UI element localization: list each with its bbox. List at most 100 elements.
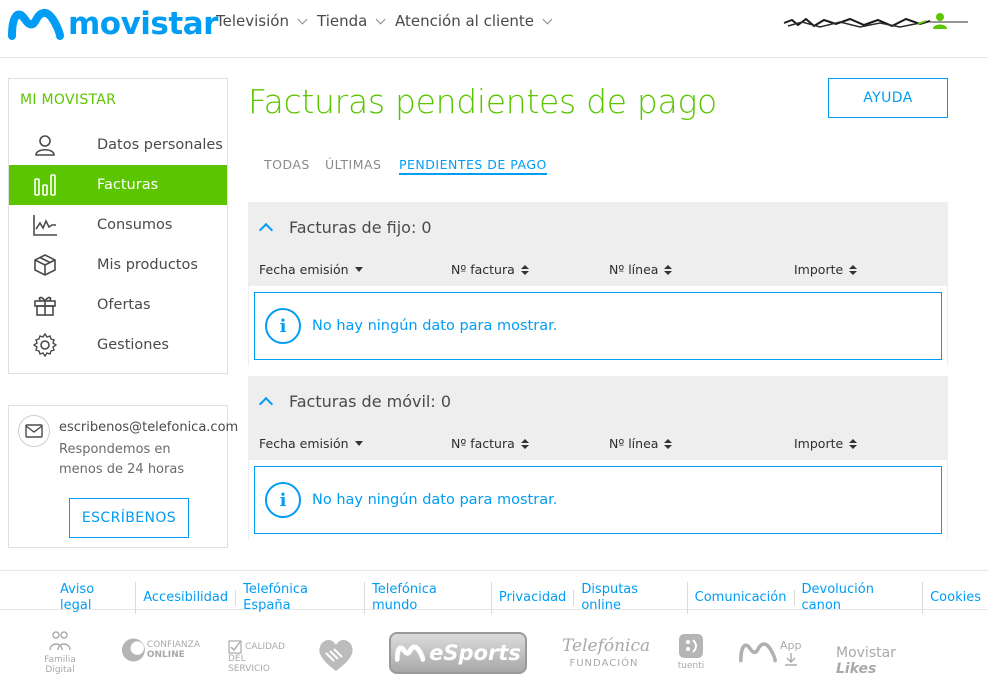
column-label: Nº factura	[451, 436, 515, 451]
column-numero-factura[interactable]: Nº factura	[451, 436, 529, 451]
table-body: i No hay ningún dato para mostrar.	[249, 460, 947, 540]
brand-label: Telefónica	[562, 636, 651, 656]
column-numero-factura[interactable]: Nº factura	[451, 262, 529, 277]
brand-movistar-likes[interactable]: Movistar Likes	[836, 645, 931, 677]
panel-header[interactable]: Facturas de móvil: 0	[248, 376, 948, 426]
nav-label: Tienda	[317, 12, 368, 30]
footer-link-cookies[interactable]: Cookies	[923, 590, 988, 606]
contact-email: escribenos@telefonica.com	[59, 420, 239, 435]
brand-tuenti[interactable]: tuenti	[674, 634, 708, 671]
family-icon	[49, 631, 71, 651]
info-icon: i	[265, 482, 301, 518]
column-fecha-emision[interactable]: Fecha emisión	[259, 436, 363, 451]
footer-link-telefonica-mundo[interactable]: Telefónica mundo	[365, 582, 492, 614]
info-icon: i	[265, 308, 301, 344]
user-icon	[28, 132, 62, 158]
sort-icon	[849, 264, 858, 275]
sidebar-item-ofertas[interactable]: Ofertas	[9, 285, 227, 325]
sidebar-item-consumos[interactable]: Consumos	[9, 205, 227, 245]
mail-icon	[18, 415, 50, 447]
sidebar-item-label: Consumos	[97, 217, 173, 233]
gear-icon	[28, 332, 62, 358]
sidebar-item-label: Ofertas	[97, 297, 151, 313]
tab-ultimas[interactable]: ÚLTIMAS	[325, 157, 382, 172]
checkbox-icon	[228, 640, 242, 654]
footer-link-accesibilidad[interactable]: Accesibilidad	[136, 590, 237, 606]
column-label: Fecha emisión	[259, 436, 349, 451]
brand-label: CONFIANZA	[146, 640, 200, 650]
sidebar-item-label: Datos personales	[97, 137, 223, 153]
chevron-up-icon[interactable]	[258, 396, 274, 412]
brand-label: DEL SERVICIO	[228, 654, 270, 674]
brand-label: Likes	[836, 661, 877, 677]
table-header: Fecha emisión Nº factura Nº línea Import…	[248, 426, 948, 460]
column-label: Importe	[794, 262, 844, 277]
help-button[interactable]: AYUDA	[828, 78, 948, 118]
column-numero-linea[interactable]: Nº línea	[609, 262, 673, 277]
empty-state: i No hay ningún dato para mostrar.	[254, 292, 942, 360]
movistar-logo[interactable]: movistar	[8, 6, 218, 42]
chevron-up-icon[interactable]	[258, 222, 274, 238]
invoices-panel-mobile: Facturas de móvil: 0 Fecha emisión Nº fa…	[248, 376, 948, 540]
empty-state: i No hay ningún dato para mostrar.	[254, 466, 942, 534]
brand-movistar-app[interactable]: App	[738, 638, 808, 666]
bars-icon	[28, 172, 62, 198]
brand-movistar-esports[interactable]: eSports	[389, 632, 527, 674]
brand-telefonica-fundacion[interactable]: Telefónica FUNDACIÓN	[562, 636, 651, 669]
sidebar-item-label: Facturas	[97, 177, 159, 193]
brand-familia-digital[interactable]: Familia Digital	[30, 630, 90, 675]
sidebar: MI MOVISTAR Datos personales Facturas Co…	[8, 78, 228, 374]
panel-header[interactable]: Facturas de fijo: 0	[248, 202, 948, 252]
footer-links-row: Aviso legal Accesibilidad Telefónica Esp…	[53, 582, 988, 614]
download-icon	[784, 652, 797, 666]
brand-calidad-servicio[interactable]: CALIDAD DEL SERVICIO	[228, 640, 290, 674]
column-label: Nº línea	[609, 262, 659, 277]
footer-link-comunicacion[interactable]: Comunicación	[688, 590, 795, 606]
column-importe[interactable]: Importe	[794, 436, 858, 451]
column-label: Nº factura	[451, 262, 515, 277]
sort-desc-icon	[354, 267, 363, 272]
nav-tienda[interactable]: Tienda	[317, 12, 386, 30]
column-numero-linea[interactable]: Nº línea	[609, 436, 673, 451]
write-us-button[interactable]: ESCRÍBENOS	[69, 498, 189, 538]
chevron-down-icon	[542, 14, 553, 24]
brand-label: App	[780, 638, 802, 652]
brand-label: CALIDAD	[245, 642, 285, 652]
column-fecha-emision[interactable]: Fecha emisión	[259, 262, 363, 277]
tab-todas[interactable]: TODAS	[264, 157, 310, 172]
tab-pendientes-de-pago[interactable]: PENDIENTES DE PAGO	[399, 157, 547, 175]
contact-box: escribenos@telefonica.com Respondemos en…	[8, 405, 238, 548]
heart-handshake-icon[interactable]	[316, 637, 356, 673]
brand-label: Movistar	[836, 645, 896, 661]
contact-note: Respondemos en menos de 24 horas	[59, 442, 185, 477]
sidebar-item-gestiones[interactable]: Gestiones	[9, 325, 227, 365]
top-header: movistar Televisión Tienda Atención al c…	[0, 0, 988, 58]
brand-label: eSports	[429, 641, 521, 665]
movistar-m-icon	[8, 9, 64, 40]
sidebar-item-facturas[interactable]: Facturas	[9, 165, 227, 205]
table-header: Fecha emisión Nº factura Nº línea Import…	[248, 252, 948, 286]
footer-link-aviso-legal[interactable]: Aviso legal	[53, 582, 137, 614]
sort-icon	[664, 264, 673, 275]
footer-link-devolucion-canon[interactable]: Devolución canon	[795, 582, 924, 614]
sort-icon	[520, 438, 529, 449]
column-label: Fecha emisión	[259, 262, 349, 277]
user-account-icon[interactable]	[932, 12, 948, 30]
column-label: Nº línea	[609, 436, 659, 451]
box-icon	[28, 252, 62, 278]
movistar-m-icon	[739, 642, 777, 663]
footer-links: Aviso legal Accesibilidad Telefónica Esp…	[0, 570, 988, 614]
sidebar-item-label: Gestiones	[97, 337, 169, 353]
nav-atencion-cliente[interactable]: Atención al cliente	[395, 12, 553, 30]
brand-confianza-online[interactable]: CONFIANZA ONLINE	[120, 636, 200, 664]
table-body: i No hay ningún dato para mostrar.	[249, 286, 947, 366]
sidebar-item-datos-personales[interactable]: Datos personales	[9, 125, 227, 165]
column-label: Importe	[794, 436, 844, 451]
movistar-m-icon	[395, 644, 426, 662]
sidebar-item-mis-productos[interactable]: Mis productos	[9, 245, 227, 285]
footer-link-privacidad[interactable]: Privacidad	[492, 590, 575, 606]
footer-link-disputas-online[interactable]: Disputas online	[574, 582, 688, 614]
footer-link-telefonica-espana[interactable]: Telefónica España	[236, 582, 365, 614]
nav-television[interactable]: Televisión	[216, 12, 308, 30]
column-importe[interactable]: Importe	[794, 262, 858, 277]
